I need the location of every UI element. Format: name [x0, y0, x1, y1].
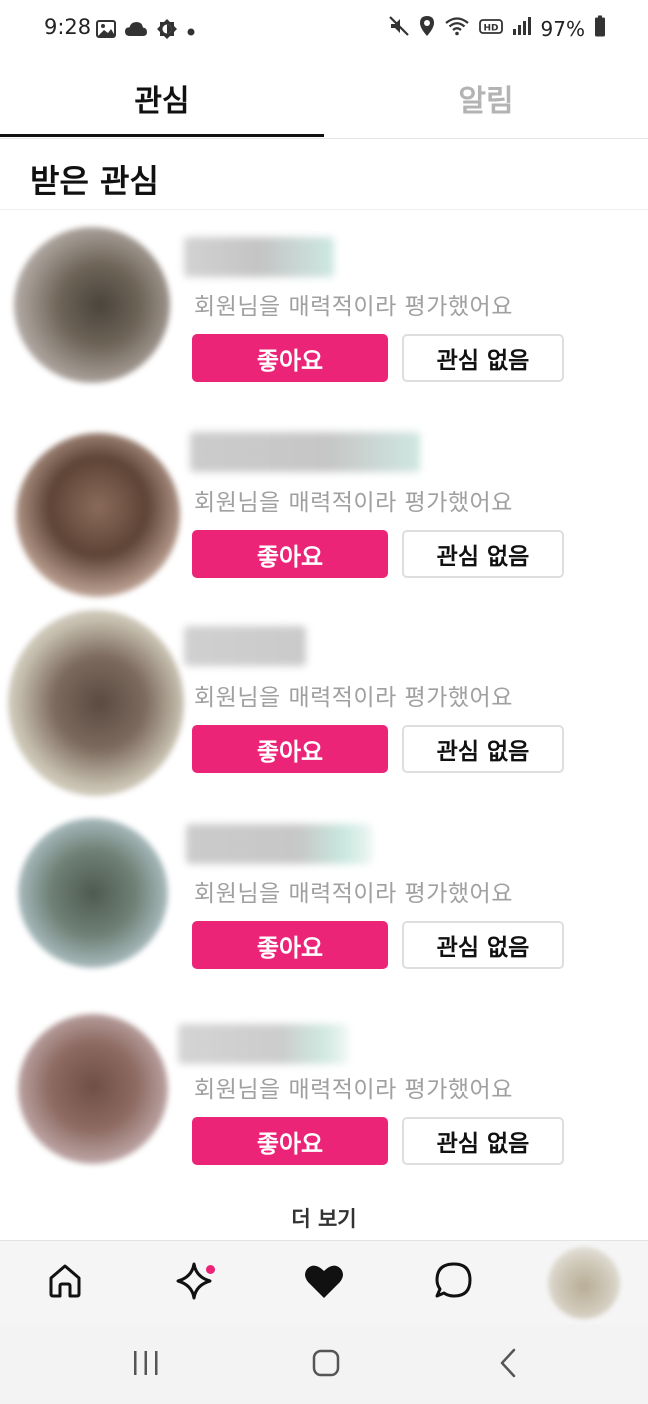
battery-percent: 97% — [540, 16, 585, 41]
nav-home[interactable] — [25, 1241, 105, 1325]
card-message: 회원님을 매력적이라 평가했어요 — [194, 685, 513, 711]
avatar[interactable] — [18, 1014, 168, 1164]
gallery-icon — [96, 20, 116, 42]
like-button[interactable]: 좋아요 — [192, 334, 388, 382]
card-message: 회원님을 매력적이라 평가했어요 — [194, 1077, 513, 1103]
signal-icon — [512, 16, 532, 41]
heart-icon — [303, 1261, 345, 1305]
chat-icon — [433, 1260, 475, 1306]
interest-card: 회원님을 매력적이라 평가했어요 좋아요 관심 없음 — [0, 606, 648, 796]
no-interest-button[interactable]: 관심 없음 — [402, 1117, 564, 1165]
name-blurred — [178, 1024, 348, 1064]
avatar[interactable] — [8, 610, 184, 796]
back-icon[interactable] — [492, 1348, 524, 1382]
name-blurred — [184, 237, 334, 277]
status-right: HD 97% — [388, 15, 606, 42]
no-interest-button[interactable]: 관심 없음 — [402, 921, 564, 969]
like-button[interactable]: 좋아요 — [192, 725, 388, 773]
status-time: 9:28 — [44, 15, 92, 39]
nav-chat[interactable] — [414, 1241, 494, 1325]
interest-card: 회원님을 매력적이라 평가했어요 좋아요 관심 없음 — [0, 998, 648, 1188]
divider — [0, 209, 648, 210]
recents-icon[interactable] — [130, 1348, 162, 1382]
bottom-nav — [0, 1240, 648, 1324]
interest-card: 회원님을 매력적이라 평가했어요 좋아요 관심 없음 — [0, 802, 648, 992]
svg-text:HD: HD — [483, 23, 498, 33]
status-left-icons — [96, 18, 196, 44]
interest-card: 회원님을 매력적이라 평가했어요 좋아요 관심 없음 — [0, 215, 648, 405]
brightness-icon — [156, 18, 178, 44]
home-icon — [45, 1261, 85, 1305]
card-message: 회원님을 매력적이라 평가했어요 — [194, 881, 513, 907]
avatar[interactable] — [14, 227, 170, 383]
wifi-icon — [444, 15, 470, 42]
name-blurred — [190, 432, 420, 472]
cloud-icon — [124, 21, 148, 41]
location-icon — [419, 15, 435, 42]
like-button[interactable]: 좋아요 — [192, 1117, 388, 1165]
nav-likes[interactable] — [284, 1241, 364, 1325]
system-nav-bar — [0, 1324, 648, 1404]
profile-avatar[interactable] — [548, 1247, 620, 1319]
avatar[interactable] — [18, 818, 168, 968]
avatar[interactable] — [16, 433, 180, 597]
no-interest-button[interactable]: 관심 없음 — [402, 530, 564, 578]
status-bar: 9:28 HD 97% — [0, 0, 648, 58]
nav-discover[interactable] — [154, 1241, 234, 1325]
section-title: 받은 관심 — [30, 162, 159, 200]
more-button[interactable]: 더 보기 — [0, 1203, 648, 1233]
dot-icon — [186, 22, 196, 41]
like-button[interactable]: 좋아요 — [192, 530, 388, 578]
name-blurred — [184, 626, 306, 666]
like-button[interactable]: 좋아요 — [192, 921, 388, 969]
tab-interest[interactable]: 관심 — [0, 58, 324, 138]
active-tab-indicator — [0, 134, 324, 137]
battery-icon — [594, 15, 606, 42]
tab-bar: 관심 알림 — [0, 58, 648, 139]
no-interest-button[interactable]: 관심 없음 — [402, 334, 564, 382]
no-interest-button[interactable]: 관심 없음 — [402, 725, 564, 773]
card-message: 회원님을 매력적이라 평가했어요 — [194, 490, 513, 516]
tab-notifications[interactable]: 알림 — [324, 58, 648, 138]
hd-icon: HD — [478, 17, 503, 41]
interest-card: 회원님을 매력적이라 평가했어요 좋아요 관심 없음 — [0, 411, 648, 601]
mute-icon — [388, 15, 410, 42]
home-button-icon[interactable] — [310, 1348, 342, 1382]
notification-dot — [206, 1265, 215, 1274]
card-message: 회원님을 매력적이라 평가했어요 — [194, 294, 513, 320]
name-blurred — [186, 824, 372, 864]
